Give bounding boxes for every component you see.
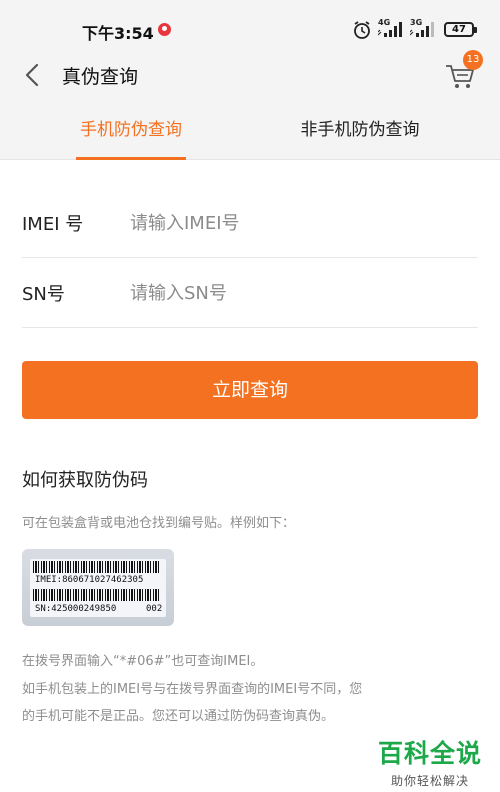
watermark-main: 百科全说 [377,739,482,768]
help-description: 可在包装盒背或电池仓找到编号贴。样例如下： [22,516,296,531]
page-title: 真伪查询 [62,66,139,88]
app-header: 真伪查询 13 [0,50,500,102]
sn-input[interactable] [130,276,460,310]
battery-icon: 47 [444,22,477,37]
back-icon[interactable] [20,60,44,90]
watermark-logo: 百科全说 助你轻松解决 [374,734,486,789]
status-time: 下午3:54 [82,24,154,43]
sample-label-image: IMEI:860671027462305 SN:425000249850 002 [22,549,174,626]
imei-input[interactable] [130,206,460,240]
barcode-icon [33,589,159,601]
help-note: 在拨号界面输入“*#06#”也可查询IMEI。 [22,654,264,669]
tab-bar: 手机防伪查询 非手机防伪查询 [0,102,500,160]
cart-badge: 13 [463,50,483,70]
imei-row: IMEI 号 [22,188,478,258]
query-now-button[interactable]: 立即查询 [22,361,478,419]
tab-phone-anti-counterfeit[interactable]: 手机防伪查询 [54,102,208,160]
status-bar: 下午3:54 4G 3G 47 [0,0,500,50]
signal-icon: 4G [377,18,406,42]
barcode-icon [33,561,159,573]
sample-sn-text: SN:425000249850 [35,604,117,614]
signal-2-network: 3G [410,18,423,27]
help-title: 如何获取防伪码 [22,470,148,491]
sn-label: SN号 [22,284,65,305]
alarm-icon [354,21,370,39]
sn-row: SN号 [22,258,478,328]
notification-icon [158,23,171,36]
sample-suffix-text: 002 [146,604,163,614]
watermark-sub: 助你轻松解决 [390,774,469,788]
sample-sticker: IMEI:860671027462305 SN:425000249850 002 [30,559,166,617]
imei-label: IMEI 号 [22,214,84,235]
help-note: 如手机包装上的IMEI号与在拨号界面查询的IMEI号不同，您 [22,682,363,697]
signal-1-network: 4G [378,18,391,27]
tab-non-phone-anti-counterfeit[interactable]: 非手机防伪查询 [280,102,440,160]
sample-imei-text: IMEI:860671027462305 [35,575,144,585]
signal-icon: 3G [409,18,438,42]
help-note: 的手机可能不是正品。您还可以通过防伪码查询真伪。 [22,709,335,724]
